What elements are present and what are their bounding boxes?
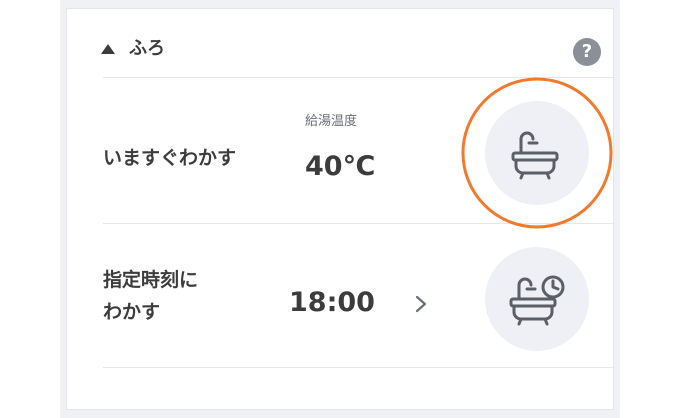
section-title[interactable]: ふろ	[129, 37, 165, 61]
bathtub-clock-icon	[509, 275, 565, 326]
help-icon[interactable]: ?	[573, 38, 601, 66]
divider	[103, 223, 615, 224]
reheat-time-value[interactable]: 18:00	[289, 283, 375, 323]
reheat-now-label: いますぐわかす	[103, 147, 237, 169]
bath-card: ふろ ? いますぐわかす 給湯温度 40℃ 指定時刻に わかす 18:00	[66, 8, 615, 410]
reheat-at-time-label-line2: わかす	[103, 301, 161, 323]
divider	[103, 367, 615, 368]
bathtub-icon	[511, 131, 559, 180]
divider	[103, 77, 615, 78]
hot-water-temp-value: 40℃	[305, 151, 376, 182]
reheat-at-time-button[interactable]	[485, 247, 589, 351]
collapse-icon[interactable]	[101, 44, 115, 54]
reheat-at-time-label-line1: 指定時刻に	[103, 269, 199, 291]
hot-water-temp-caption: 給湯温度	[305, 114, 358, 129]
chevron-right-icon[interactable]	[411, 293, 431, 315]
reheat-now-button[interactable]	[485, 101, 589, 205]
bath-panel: ふろ ? いますぐわかす 給湯温度 40℃ 指定時刻に わかす 18:00	[60, 0, 620, 418]
